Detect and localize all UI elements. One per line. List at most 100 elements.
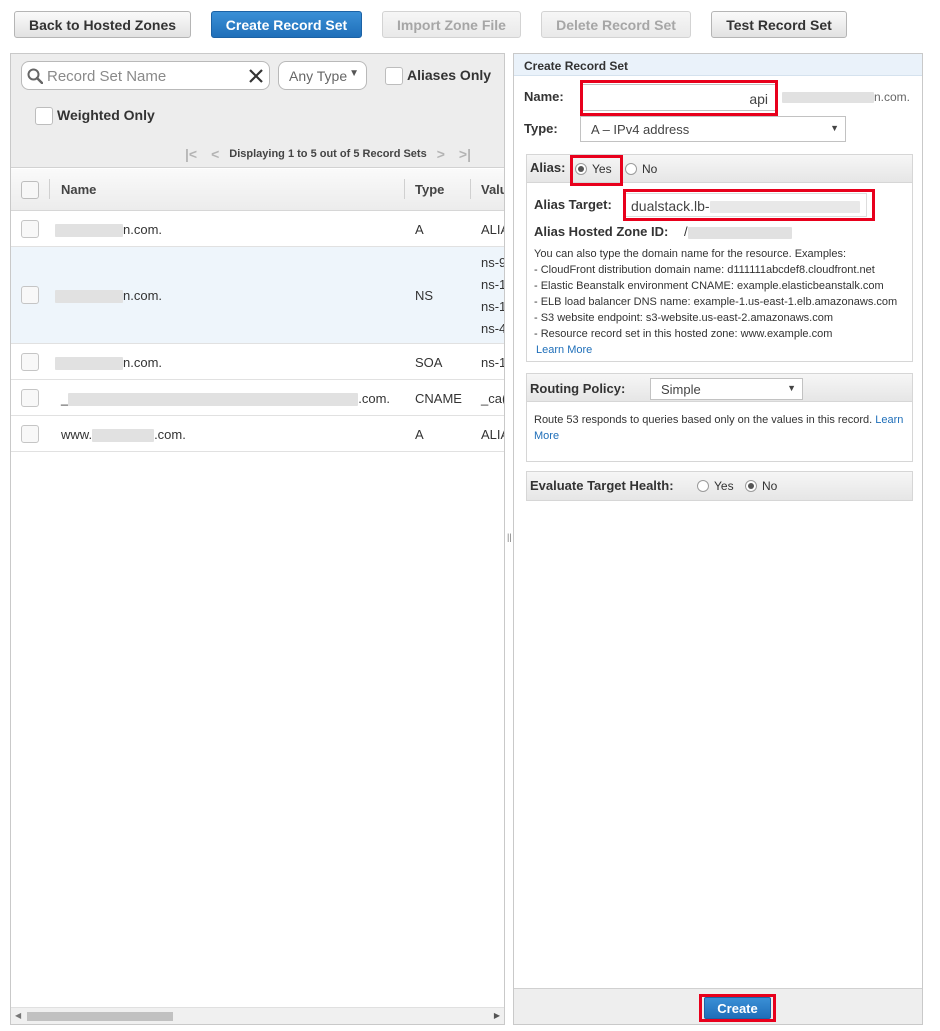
- toolbar: Back to Hosted Zones Create Record Set I…: [0, 0, 940, 48]
- record-name: n.com.: [55, 288, 162, 304]
- row-checkbox[interactable]: [21, 353, 39, 371]
- scrollbar-thumb[interactable]: [27, 1012, 173, 1021]
- record-type: A: [415, 222, 424, 237]
- alias-help-intro: You can also type the domain name for th…: [534, 248, 847, 260]
- weighted-only-label: Weighted Only: [57, 107, 155, 123]
- record-name: n.com.: [55, 355, 162, 371]
- aliases-only-checkbox[interactable]: [385, 67, 403, 85]
- delete-record-set-button[interactable]: Delete Record Set: [541, 11, 691, 38]
- create-record-set-button[interactable]: Create Record Set: [211, 11, 362, 38]
- row-checkbox[interactable]: [21, 425, 39, 443]
- column-header-type[interactable]: Type: [415, 169, 444, 210]
- record-sets-panel: Record Set Name Any Type ▼ Aliases Only …: [10, 53, 505, 1025]
- evaluate-no-label: No: [762, 479, 778, 493]
- record-type-select[interactable]: Any Type ▼: [278, 61, 367, 90]
- grid-header: Name Type Valu: [11, 169, 504, 211]
- alias-no-radio[interactable]: [625, 163, 637, 175]
- prev-page-icon[interactable]: <: [211, 146, 219, 162]
- table-row[interactable]: n.com. A ALIA: [11, 211, 504, 247]
- record-name: _ .com.: [61, 391, 391, 407]
- record-type-dropdown[interactable]: A – IPv4 address ▼: [580, 116, 846, 142]
- alias-help-line: - Elastic Beanstalk environment CNAME: e…: [534, 280, 884, 292]
- record-value: ns-1: [481, 299, 505, 314]
- record-type: A: [415, 427, 424, 442]
- evaluate-yes-radio[interactable]: [697, 480, 709, 492]
- scroll-right-icon[interactable]: ▶: [494, 1011, 500, 1020]
- name-highlight: [580, 80, 778, 116]
- routing-policy-value: Simple: [661, 382, 701, 397]
- pagination-text: Displaying 1 to 5 out of 5 Record Sets: [229, 148, 427, 160]
- record-set-list: n.com. A ALIA n.com. NS ns-9 ns-1 ns-1 n…: [11, 211, 504, 452]
- alias-target-highlight: [623, 189, 875, 221]
- record-type: SOA: [415, 355, 443, 370]
- row-checkbox[interactable]: [21, 286, 39, 304]
- search-icon: [27, 68, 43, 84]
- name-label: Name:: [524, 89, 564, 104]
- row-checkbox[interactable]: [21, 220, 39, 238]
- import-zone-file-button[interactable]: Import Zone File: [382, 11, 521, 38]
- scroll-left-icon[interactable]: ◀: [15, 1011, 21, 1020]
- test-record-set-button[interactable]: Test Record Set: [711, 11, 847, 38]
- alias-yes-highlight: [570, 155, 623, 186]
- form-footer: Create: [514, 988, 922, 1024]
- alias-label: Alias:: [530, 160, 566, 175]
- alias-zone-value: /: [684, 224, 792, 239]
- record-value: ns-1: [481, 277, 505, 292]
- column-header-value[interactable]: Valu: [481, 169, 504, 210]
- type-value: A – IPv4 address: [591, 122, 690, 137]
- record-value: ns-4: [481, 321, 505, 336]
- alias-help-line: - Resource record set in this hosted zon…: [534, 328, 833, 340]
- alias-learn-more-link[interactable]: Learn More: [536, 344, 592, 356]
- alias-no-label: No: [642, 162, 658, 176]
- evaluate-target-health-label: Evaluate Target Health:: [530, 478, 674, 493]
- next-page-icon[interactable]: >: [437, 146, 445, 162]
- type-label: Type:: [524, 121, 558, 136]
- pagination: |< < Displaying 1 to 5 out of 5 Record S…: [185, 145, 471, 163]
- aliases-only-label: Aliases Only: [407, 67, 492, 83]
- alias-zone-label: Alias Hosted Zone ID:: [534, 224, 669, 239]
- row-checkbox[interactable]: [21, 389, 39, 407]
- record-value: _ca(: [481, 391, 505, 406]
- back-to-hosted-zones-button[interactable]: Back to Hosted Zones: [14, 11, 191, 38]
- filter-bar: Record Set Name Any Type ▼ Aliases Only …: [11, 54, 504, 168]
- table-row[interactable]: n.com. NS ns-9 ns-1 ns-1 ns-4: [11, 247, 504, 344]
- record-name: n.com.: [55, 222, 162, 238]
- evaluate-no-radio[interactable]: [745, 480, 757, 492]
- panel-resize-handle[interactable]: ||: [507, 532, 512, 542]
- routing-more-link[interactable]: More: [534, 430, 559, 442]
- table-row[interactable]: _ .com. CNAME _ca(: [11, 380, 504, 416]
- chevron-down-icon: ▼: [787, 383, 796, 393]
- alias-target-label: Alias Target:: [534, 197, 612, 212]
- evaluate-target-health-section: Evaluate Target Health: Yes No: [526, 471, 913, 501]
- table-row[interactable]: www..com. A ALIA: [11, 416, 504, 452]
- first-page-icon[interactable]: |<: [185, 146, 197, 162]
- weighted-only-checkbox[interactable]: [35, 107, 53, 125]
- record-value: ns-9: [481, 255, 505, 270]
- record-value: ALIA: [481, 427, 504, 442]
- search-placeholder: Record Set Name: [47, 68, 167, 85]
- evaluate-yes-label: Yes: [714, 479, 734, 493]
- select-all-checkbox[interactable]: [21, 181, 39, 199]
- record-value: ns-1: [481, 355, 505, 370]
- clear-search-icon[interactable]: [249, 69, 263, 83]
- record-name: www. .com.: [61, 427, 186, 443]
- record-type-value: Any Type: [289, 68, 348, 84]
- horizontal-scrollbar[interactable]: ◀ ▶: [11, 1007, 504, 1024]
- chevron-down-icon: ▼: [349, 68, 359, 79]
- panel-title: Create Record Set: [514, 54, 922, 76]
- search-input[interactable]: Record Set Name: [21, 61, 270, 90]
- create-highlight: [699, 994, 776, 1022]
- alias-section: Alias: Yes No Alias Target: dualstack.lb…: [526, 154, 913, 362]
- domain-suffix: n.com.: [782, 90, 910, 104]
- alias-help-line: - CloudFront distribution domain name: d…: [534, 264, 875, 276]
- routing-help-text: Route 53 responds to queries based only …: [534, 414, 904, 426]
- routing-policy-dropdown[interactable]: Simple ▼: [650, 378, 803, 400]
- record-type: NS: [415, 288, 434, 303]
- routing-learn-link[interactable]: Learn: [875, 414, 903, 426]
- table-row[interactable]: n.com. SOA ns-1: [11, 344, 504, 380]
- routing-policy-label: Routing Policy:: [530, 381, 626, 396]
- column-header-name[interactable]: Name: [61, 169, 96, 210]
- record-value: ALIA: [481, 222, 504, 237]
- last-page-icon[interactable]: >|: [459, 146, 471, 162]
- record-type: CNAME: [415, 391, 462, 406]
